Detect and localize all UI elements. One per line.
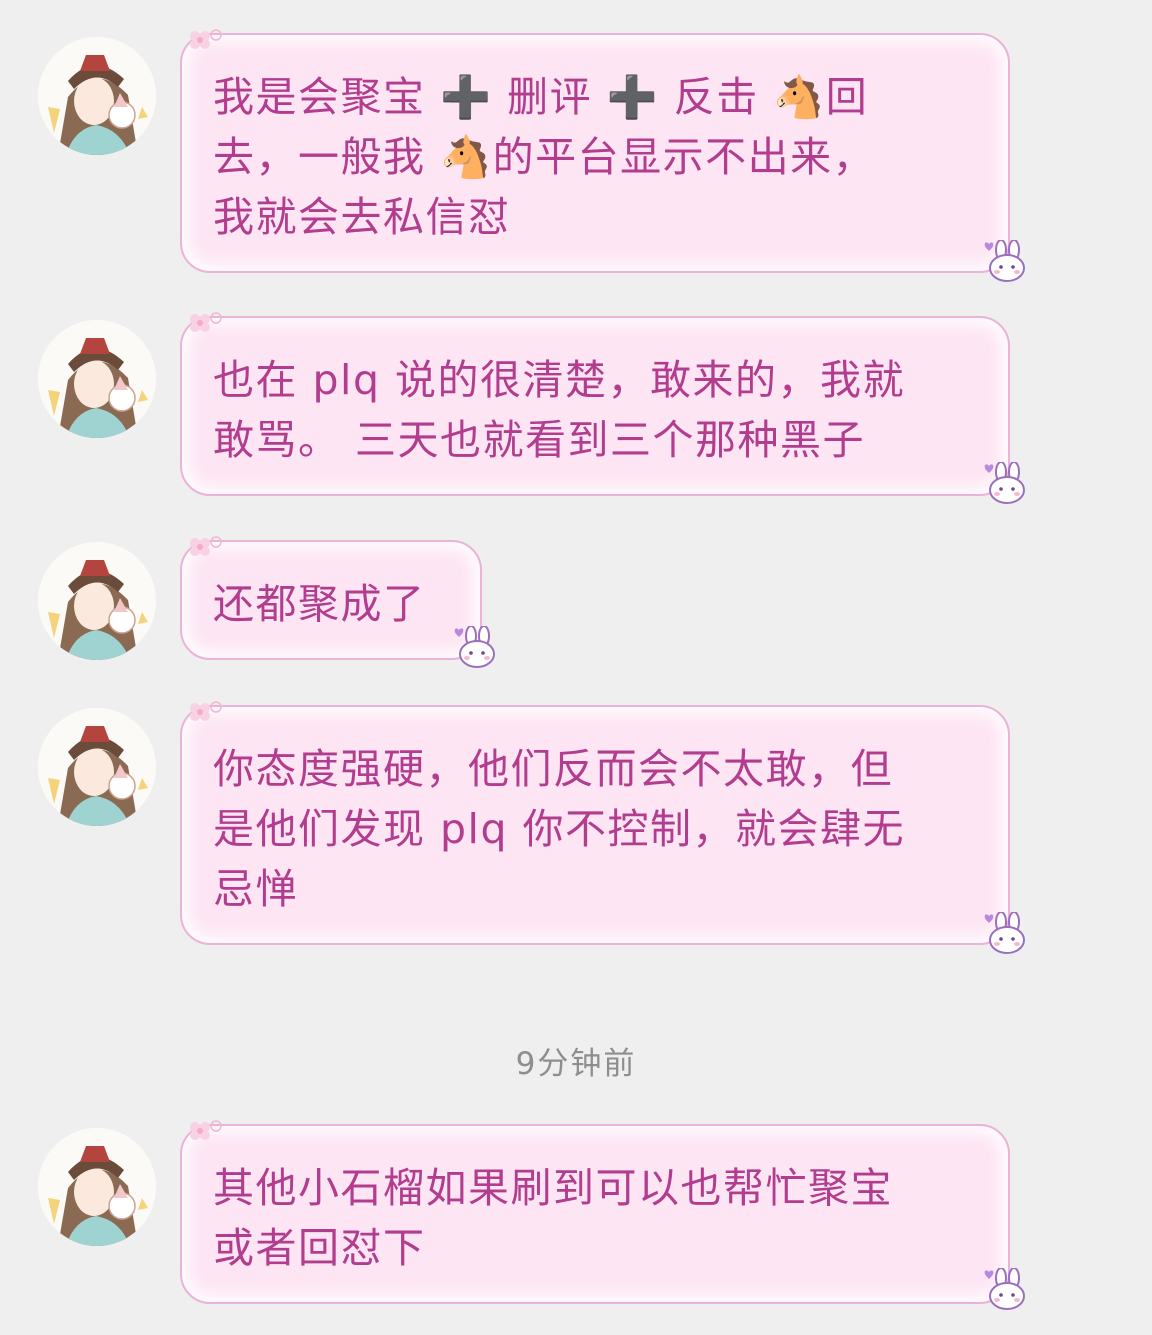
message-text: 也在 plq 说的很清楚，敢来的，我就 敢骂。 三天也就看到三个那种黑子	[213, 356, 906, 464]
avatar[interactable]	[38, 708, 156, 826]
chat-conversation: 我是会聚宝 ➕ 删评 ➕ 反击 🐴回 去，一般我 🐴的平台显示不出来， 我就会去…	[0, 0, 1152, 1335]
flower-sticker-icon	[186, 1118, 226, 1144]
bunny-sticker-icon	[984, 912, 1030, 956]
message-text: 其他小石榴如果刷到可以也帮忙聚宝 或者回怼下	[213, 1164, 893, 1272]
avatar[interactable]	[38, 1128, 156, 1246]
message-timestamp: 9分钟前	[515, 1046, 637, 1082]
message-bubble[interactable]: 你态度强硬，他们反而会不太敢，但 是他们发现 plq 你不控制，就会肆无 忌惮	[180, 705, 1010, 945]
message-bubble[interactable]: 还都聚成了	[180, 540, 482, 660]
message-bubble[interactable]: 其他小石榴如果刷到可以也帮忙聚宝 或者回怼下	[180, 1124, 1010, 1304]
anime-avatar-icon	[38, 320, 156, 438]
avatar[interactable]	[38, 542, 156, 660]
bunny-sticker-icon	[984, 1268, 1030, 1312]
avatar[interactable]	[38, 320, 156, 438]
flower-sticker-icon	[186, 699, 226, 725]
message-text: 我是会聚宝 ➕ 删评 ➕ 反击 🐴回 去，一般我 🐴的平台显示不出来， 我就会去…	[213, 73, 876, 241]
anime-avatar-icon	[38, 1128, 156, 1246]
message-bubble[interactable]: 也在 plq 说的很清楚，敢来的，我就 敢骂。 三天也就看到三个那种黑子	[180, 316, 1010, 496]
anime-avatar-icon	[38, 542, 156, 660]
anime-avatar-icon	[38, 37, 156, 155]
bunny-sticker-icon	[984, 462, 1030, 506]
bunny-sticker-icon	[984, 240, 1030, 284]
flower-sticker-icon	[186, 310, 226, 336]
anime-avatar-icon	[38, 708, 156, 826]
flower-sticker-icon	[186, 534, 226, 560]
avatar[interactable]	[38, 37, 156, 155]
message-bubble[interactable]: 我是会聚宝 ➕ 删评 ➕ 反击 🐴回 去，一般我 🐴的平台显示不出来， 我就会去…	[180, 33, 1010, 273]
message-text: 你态度强硬，他们反而会不太敢，但 是他们发现 plq 你不控制，就会肆无 忌惮	[213, 745, 906, 913]
message-text: 还都聚成了	[213, 580, 426, 628]
bunny-sticker-icon	[454, 626, 500, 670]
flower-sticker-icon	[186, 27, 226, 53]
